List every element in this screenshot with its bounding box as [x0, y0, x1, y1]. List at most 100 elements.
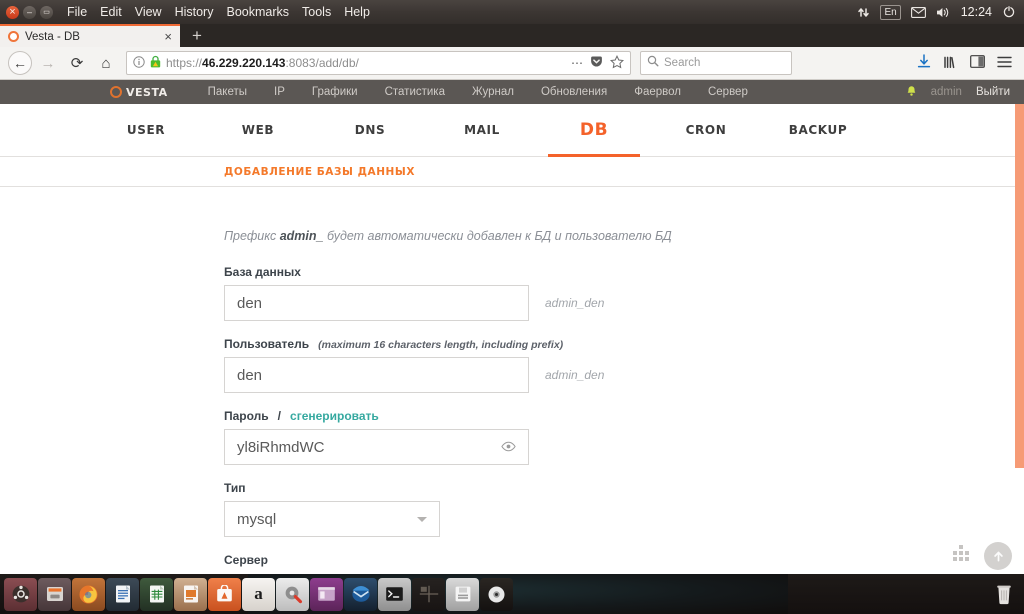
field-server: Сервер: [224, 553, 1024, 567]
password-input[interactable]: yl8iRhmdWC: [224, 429, 529, 465]
menu-view[interactable]: View: [135, 5, 162, 19]
info-circle-icon[interactable]: [133, 55, 145, 71]
resize-grip-icon[interactable]: [953, 545, 969, 561]
tab-dns[interactable]: DNS: [314, 104, 426, 156]
dock-item-libreoffice-calc[interactable]: [140, 577, 173, 611]
tab-user[interactable]: USER: [90, 104, 202, 156]
dock-item-terminal[interactable]: [378, 577, 411, 611]
dock-item-thunderbird[interactable]: [344, 577, 377, 611]
field-type-label: Тип: [224, 481, 1024, 495]
window-close-button[interactable]: [6, 5, 19, 19]
envelope-icon[interactable]: [910, 6, 926, 18]
dock-item-terminal-purple[interactable]: [310, 577, 343, 611]
browser-tab-strip: Vesta - DB × +: [0, 24, 1024, 47]
logout-link[interactable]: Выйти: [976, 86, 1010, 98]
menu-history[interactable]: History: [175, 5, 214, 19]
chevron-down-icon: [417, 516, 427, 522]
sidebar-panel-icon[interactable]: [970, 55, 985, 71]
menu-edit[interactable]: Edit: [100, 5, 122, 19]
home-icon[interactable]: ⌂: [93, 50, 119, 76]
dock-item-system-settings[interactable]: [276, 577, 309, 611]
power-gear-icon[interactable]: [1002, 5, 1016, 19]
close-icon[interactable]: ×: [164, 30, 172, 43]
pocket-icon[interactable]: [590, 55, 603, 71]
database-type-select[interactable]: mysql: [224, 501, 440, 537]
hamburger-menu-icon[interactable]: [997, 55, 1012, 71]
menu-file[interactable]: File: [67, 5, 87, 19]
window-maximize-button[interactable]: [40, 5, 53, 19]
ellipsis-icon[interactable]: ⋯: [571, 56, 583, 70]
vesta-username[interactable]: admin: [931, 86, 962, 98]
menu-bookmarks[interactable]: Bookmarks: [226, 5, 289, 19]
vesta-logo[interactable]: VESTA: [110, 86, 168, 99]
dock-item-trash[interactable]: [987, 578, 1020, 611]
label-text: Пользователь: [224, 337, 310, 351]
prefix-hint-value: admin_: [279, 229, 324, 243]
tab-web[interactable]: WEB: [202, 104, 314, 156]
dock-item-libreoffice-writer[interactable]: [106, 577, 139, 611]
dock-item-disk-usage[interactable]: [446, 577, 479, 611]
window-minimize-button[interactable]: [23, 5, 36, 19]
search-bar[interactable]: Search: [640, 51, 792, 75]
url-bar[interactable]: https://46.229.220.143:8083/add/db/ ⋯: [126, 51, 631, 75]
database-name-preview: admin_den: [545, 296, 605, 310]
browser-tab-active[interactable]: Vesta - DB ×: [0, 24, 180, 47]
tab-cron[interactable]: CRON: [650, 104, 762, 156]
library-books-icon[interactable]: [943, 55, 958, 72]
application-menu-bar[interactable]: File Edit View History Bookmarks Tools H…: [67, 5, 370, 19]
dock-item-libreoffice-impress[interactable]: [174, 577, 207, 611]
back-arrow-icon[interactable]: ←: [8, 51, 32, 75]
nav-log[interactable]: Журнал: [472, 86, 514, 98]
field-server-label: Сервер: [224, 553, 1024, 567]
nav-server[interactable]: Сервер: [708, 86, 748, 98]
field-password: Пароль / сгенерировать yl8iRhmdWC: [224, 409, 1024, 465]
dock-item-ubuntu-software[interactable]: [208, 577, 241, 611]
database-name-input[interactable]: den: [224, 285, 529, 321]
nav-firewall[interactable]: Фаервол: [634, 86, 681, 98]
add-database-form: Префикс admin_ будет автоматически добав…: [0, 187, 1024, 567]
dock-item-amazon[interactable]: a: [242, 577, 275, 611]
nav-ip[interactable]: IP: [274, 86, 285, 98]
dock-item-workspace-switcher[interactable]: [412, 577, 445, 611]
new-tab-button[interactable]: +: [186, 26, 208, 46]
bell-icon[interactable]: [906, 85, 917, 100]
menu-tools[interactable]: Tools: [302, 5, 331, 19]
vesta-ring-icon: [110, 86, 122, 98]
browser-toolbar-right: [917, 54, 1016, 72]
tab-mail[interactable]: MAIL: [426, 104, 538, 156]
nav-packages[interactable]: Пакеты: [208, 86, 247, 98]
dock-item-cd-burner[interactable]: [480, 577, 513, 611]
speaker-icon[interactable]: [936, 6, 951, 19]
nav-updates[interactable]: Обновления: [541, 86, 607, 98]
clock[interactable]: 12:24: [961, 5, 992, 19]
breadcrumb-label: ДОБАВЛЕНИЕ БАЗЫ ДАННЫХ: [224, 165, 415, 178]
window-controls[interactable]: [0, 5, 61, 19]
forward-arrow-icon[interactable]: →: [35, 50, 61, 76]
network-updown-icon[interactable]: [857, 6, 870, 19]
database-user-input[interactable]: den: [224, 357, 529, 393]
reload-icon[interactable]: ⟳: [64, 50, 90, 76]
padlock-warning-icon[interactable]: [150, 55, 161, 71]
download-arrow-icon[interactable]: [917, 54, 931, 72]
field-type: Тип mysql: [224, 481, 1024, 537]
scroll-to-top-button[interactable]: [984, 542, 1012, 570]
generate-password-link[interactable]: сгенерировать: [290, 409, 379, 423]
tab-backup[interactable]: BACKUP: [762, 104, 874, 156]
dock-item-firefox[interactable]: [72, 577, 105, 611]
search-input[interactable]: Search: [664, 57, 700, 69]
menu-help[interactable]: Help: [344, 5, 370, 19]
prefix-hint: Префикс admin_ будет автоматически добав…: [224, 229, 1024, 243]
keyboard-layout-indicator[interactable]: En: [880, 4, 901, 20]
ubuntu-dock: a: [0, 574, 1024, 614]
page-scrollbar-thumb[interactable]: [1015, 104, 1024, 468]
tab-db[interactable]: DB: [538, 104, 650, 157]
label-text: Пароль: [224, 409, 269, 423]
star-icon[interactable]: [609, 54, 625, 72]
nav-graphs[interactable]: Графики: [312, 86, 358, 98]
nav-statistics[interactable]: Статистика: [385, 86, 445, 98]
eye-icon[interactable]: [501, 440, 516, 455]
vesta-ring-icon: [8, 31, 19, 42]
dock-item-ubuntu-dash[interactable]: [4, 577, 37, 611]
dock-item-files-nautilus[interactable]: [38, 577, 71, 611]
url-text[interactable]: https://46.229.220.143:8083/add/db/: [166, 56, 566, 70]
